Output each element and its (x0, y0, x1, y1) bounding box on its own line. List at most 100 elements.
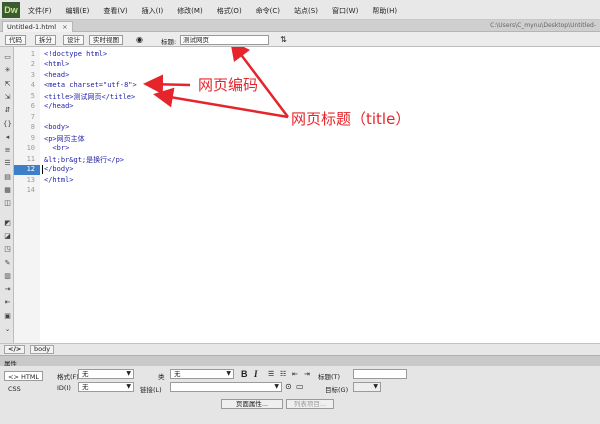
menu-site[interactable]: 站点(S) (294, 6, 318, 16)
format-select[interactable]: 无 ▼ (78, 369, 134, 379)
menu-help[interactable]: 帮助(H) (372, 6, 397, 16)
code-tag-icon[interactable]: </> (4, 345, 26, 354)
html-tab[interactable]: <> HTML (4, 371, 44, 381)
id-value: 无 (82, 383, 89, 391)
encoding-annotation: 网页编码 (198, 76, 259, 94)
balance-braces-icon[interactable]: {} (3, 120, 12, 129)
annotation-arrows (143, 47, 289, 119)
bold-button[interactable]: B (241, 369, 248, 379)
line-number: 7 (30, 113, 35, 121)
title-field-label: 标题(T) (318, 373, 341, 381)
target-select[interactable]: ▼ (353, 382, 381, 392)
dreamweaver-logo: Dw (2, 2, 20, 18)
line-number: 11 (26, 155, 35, 163)
recent-snippets-icon[interactable]: ✎ (3, 259, 12, 268)
line-number: 5 (30, 92, 35, 100)
code-editor[interactable]: <!doctype html> <html> <head> <meta char… (40, 47, 600, 343)
design-view-button[interactable]: 设计 (63, 35, 84, 45)
menu-commands[interactable]: 命令(C) (256, 6, 280, 16)
title-field-input[interactable] (353, 369, 407, 379)
line-number: 9 (30, 134, 35, 142)
remove-comment-icon[interactable]: ◪ (3, 232, 12, 241)
outdent-icon[interactable]: ⇤ (292, 370, 298, 378)
tag-body[interactable]: body (30, 345, 55, 354)
code-view-button[interactable]: 代码 (5, 35, 26, 45)
class-select[interactable]: 无 ▼ (170, 369, 234, 379)
ordered-list-icon[interactable]: ☷ (280, 370, 286, 378)
line-number: 6 (30, 102, 35, 110)
class-label: 类 (158, 373, 165, 381)
unordered-list-icon[interactable]: ☰ (268, 370, 274, 378)
target-label: 目标(G) (325, 386, 349, 394)
apply-comment-icon[interactable]: ◩ (3, 219, 12, 228)
syntax-error-icon[interactable]: ▤ (3, 173, 12, 182)
menu-window[interactable]: 窗口(W) (332, 6, 358, 16)
word-wrap-icon[interactable]: ▦ (3, 186, 12, 195)
line-number: 2 (30, 60, 35, 68)
menu-modify[interactable]: 修改(M) (177, 6, 203, 16)
id-label: ID(I) (57, 384, 71, 392)
page-properties-button[interactable]: 页面属性... (221, 399, 283, 409)
document-toolbar: 代码 拆分 设计 实时视图 ◉ 标题: 测试网页 ⇅ (0, 32, 600, 47)
document-tab-name: Untitled-1.html (7, 23, 57, 31)
menu-bar: Dw 文件(F) 编辑(E) 查看(V) 插入(I) 修改(M) 格式(O) 命… (0, 0, 600, 20)
line-number: 8 (30, 123, 35, 131)
line-number: 14 (26, 186, 35, 194)
menu-format[interactable]: 格式(O) (217, 6, 242, 16)
menu-file[interactable]: 文件(F) (28, 6, 52, 16)
file-management-icon[interactable]: ⇅ (279, 35, 288, 44)
point-to-file-icon[interactable]: ⊙ (285, 382, 292, 391)
menu-view[interactable]: 查看(V) (103, 6, 127, 16)
more-tools-icon[interactable]: ⌄ (3, 325, 12, 334)
highlight-invalid-icon[interactable]: ☰ (3, 159, 12, 168)
chevron-down-icon: ▼ (274, 383, 279, 390)
indent-icon[interactable]: ⇥ (3, 285, 12, 294)
close-icon[interactable]: × (62, 23, 67, 31)
collapse-selection-icon[interactable]: ⇱ (3, 80, 12, 89)
encoding-arrow (143, 74, 191, 95)
move-css-icon[interactable]: ▥ (3, 272, 12, 281)
line-number-gutter: 1 2 3 4 5 6 7 8 9 10 11 12 13 14 (14, 47, 40, 343)
id-select[interactable]: 无 ▼ (78, 382, 134, 392)
title-label: 标题: (161, 38, 177, 46)
document-tab-bar: Untitled-1.html × C:\Users\C_mynu\Desktop… (0, 20, 600, 32)
line-number: 1 (30, 50, 35, 58)
line-number: 4 (30, 81, 35, 89)
live-view-button[interactable]: 实时视图 (89, 35, 123, 45)
coding-toolbar: ▭ ✳ ⇱ ⇲ ⇵ {} ◂ ≡ ☰ ▤ ▦ ◫ ◩ ◪ ◳ ✎ ▥ ⇥ ⇤ ▣… (0, 47, 14, 343)
expand-all-icon[interactable]: ⇲ (3, 93, 12, 102)
line-number-current: 12 (26, 165, 35, 173)
document-tab[interactable]: Untitled-1.html × (2, 21, 73, 32)
title-arrow-to-code (153, 87, 289, 119)
list-item-button[interactable]: 列表项目... (286, 399, 334, 409)
line-number: 13 (26, 176, 35, 184)
link-input[interactable]: ▼ (170, 382, 282, 392)
link-label: 链接(L) (140, 386, 162, 394)
menu-insert[interactable]: 插入(I) (142, 6, 164, 16)
css-tab[interactable]: CSS (8, 384, 21, 394)
split-view-button[interactable]: 拆分 (35, 35, 56, 45)
info-bar-icon[interactable]: ◫ (3, 199, 12, 208)
outdent-icon[interactable]: ⇤ (3, 298, 12, 307)
chevron-down-icon: ▼ (373, 383, 378, 390)
properties-panel: <> HTML CSS 格式(F) 无 ▼ 类 无 ▼ B I ☰ ☷ ⇤ ⇥ 标题… (0, 366, 600, 424)
wrap-selection-icon[interactable]: ◳ (3, 245, 12, 254)
title-input[interactable]: 测试网页 (180, 35, 269, 45)
open-documents-icon[interactable]: ▭ (3, 53, 12, 62)
properties-header: 属性 (0, 355, 600, 368)
globe-icon[interactable]: ◉ (135, 35, 144, 44)
collapse-tag-icon[interactable]: ✳ (3, 66, 12, 75)
browse-folder-icon[interactable]: ▭ (296, 382, 304, 391)
line-number: 3 (30, 71, 35, 79)
wrap-tag-icon[interactable]: ◂ (3, 133, 12, 142)
select-parent-tag-icon[interactable]: ⇵ (3, 106, 12, 115)
format-label: 格式(F) (57, 373, 79, 381)
file-path: C:\Users\C_mynu\Desktop\Untitled- (490, 22, 596, 29)
menu-edit[interactable]: 编辑(E) (66, 6, 90, 16)
menu-list: 文件(F) 编辑(E) 查看(V) 插入(I) 修改(M) 格式(O) 命令(C… (28, 6, 411, 16)
italic-button[interactable]: I (254, 369, 258, 379)
format-source-icon[interactable]: ▣ (3, 312, 12, 321)
indent-icon[interactable]: ⇥ (304, 370, 310, 378)
line-number: 10 (26, 144, 35, 152)
line-numbers-icon[interactable]: ≡ (3, 146, 12, 155)
